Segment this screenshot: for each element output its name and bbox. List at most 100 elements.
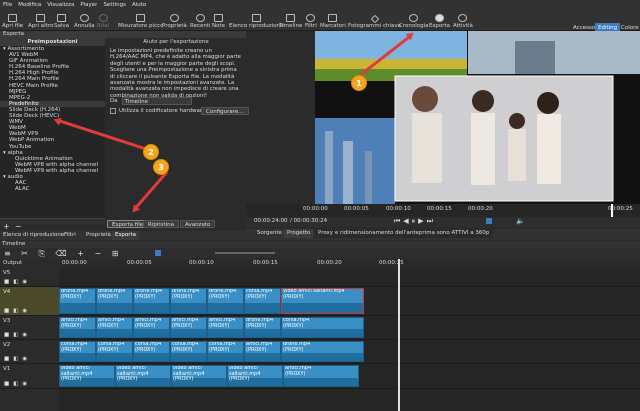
- player-ruler[interactable]: 00:00:00 00:00:05 00:00:10 00:00:15 00:0…: [246, 204, 640, 217]
- snap-icon[interactable]: [155, 250, 161, 256]
- reset-button[interactable]: Ripristina: [143, 220, 180, 228]
- tab-export[interactable]: Esporta: [112, 231, 139, 240]
- eye-icon[interactable]: ◉: [22, 332, 27, 338]
- preset-actions: + −: [0, 223, 30, 231]
- timeline-clip[interactable]: corsa.mp4 (PROXY): [207, 341, 244, 362]
- timeline-clip[interactable]: drone.mp4 (PROXY): [96, 288, 133, 314]
- tab-properties[interactable]: Proprietà: [83, 231, 114, 240]
- timeline-clip[interactable]: drone.mp4 (PROXY): [170, 288, 207, 314]
- timeline-clip[interactable]: video amici saltanti.mp4 (PROXY): [171, 365, 227, 387]
- timeline-clip[interactable]: video amici saltanti.mp4 (PROXY): [115, 365, 171, 387]
- timeline-clip[interactable]: amici.mp4 (PROXY): [59, 317, 96, 338]
- undo-button[interactable]: Annulla: [74, 9, 95, 31]
- menu-settings[interactable]: Settings: [103, 2, 126, 8]
- hide-icon[interactable]: ◧: [13, 279, 18, 285]
- hide-icon[interactable]: ◧: [13, 381, 18, 387]
- timeline-clip[interactable]: amici.mp4 (PROXY): [96, 317, 133, 338]
- save-button[interactable]: Salva: [54, 9, 69, 31]
- timeline-clip[interactable]: corsa.mp4 (PROXY): [244, 288, 281, 314]
- timeline-clip[interactable]: drone.mp4 (PROXY): [207, 288, 244, 314]
- properties-button[interactable]: Proprietà: [162, 9, 187, 31]
- tab-playlist[interactable]: Elenco di riproduzione: [0, 231, 67, 240]
- menu-edit[interactable]: Modifica: [18, 2, 41, 8]
- hide-icon[interactable]: ◧: [13, 332, 18, 338]
- notes-button[interactable]: Note: [212, 9, 225, 31]
- preset-item[interactable]: WebM VP8 with alpha channel: [0, 162, 105, 168]
- configure-button[interactable]: Configurare...: [201, 107, 249, 115]
- export-button[interactable]: Esporta: [429, 9, 450, 31]
- timeline-clip[interactable]: amici.mp4 (PROXY): [283, 365, 359, 387]
- timeline-clip[interactable]: drone.mp4 (PROXY): [133, 288, 170, 314]
- track-header-v3: V3 ■ ◧ ◉: [0, 316, 59, 340]
- recent-button[interactable]: Recenti: [190, 9, 211, 31]
- lock-icon[interactable]: ■: [4, 279, 9, 285]
- playlist-button[interactable]: Elenco riproduzione: [229, 9, 283, 31]
- timeline-clip[interactable]: drone.mp4 (PROXY): [59, 288, 96, 314]
- transport-controls[interactable]: ⏮◀⏸▶⏭: [394, 217, 436, 226]
- clip-waveform: [284, 378, 358, 386]
- eye-icon[interactable]: ◉: [22, 381, 27, 387]
- menu-player[interactable]: Player: [80, 2, 97, 8]
- tab-project[interactable]: Progetto: [284, 229, 314, 238]
- open-other-button[interactable]: Apri altro: [28, 9, 53, 31]
- hide-icon[interactable]: ◧: [13, 356, 18, 362]
- keyframes-button[interactable]: Fotogrammi chiave: [348, 9, 401, 31]
- lock-icon[interactable]: ■: [4, 381, 9, 387]
- timecode[interactable]: 00:00:24:00: [254, 218, 288, 224]
- timeline-clip[interactable]: amici.mp4 (PROXY): [170, 317, 207, 338]
- timeline-clip[interactable]: amici.mp4 (PROXY): [133, 317, 170, 338]
- timeline-clip[interactable]: video amici saltanti.mp4 (PROXY): [59, 365, 115, 387]
- markers-button[interactable]: Marcatori: [320, 9, 346, 31]
- clip-waveform: [208, 329, 243, 337]
- peak-meter-button[interactable]: Misuratore picco: [118, 9, 163, 31]
- timeline-playhead[interactable]: [398, 259, 400, 411]
- advanced-button[interactable]: Avanzato: [180, 220, 216, 228]
- filters-button[interactable]: Filtri: [305, 9, 317, 31]
- clip-label: corsa.mp4 (PROXY): [246, 288, 273, 300]
- lock-icon[interactable]: ■: [4, 332, 9, 338]
- jobs-button[interactable]: Attività: [453, 9, 473, 31]
- main-toolbar: Apri file Apri altro Salva Annulla Rifai…: [0, 9, 640, 33]
- tab-source[interactable]: Sorgente: [254, 229, 285, 238]
- timeline-clip[interactable]: video amici saltanti.mp4 (PROXY): [281, 288, 364, 314]
- zoom-slider[interactable]: [215, 252, 275, 254]
- timeline-clip[interactable]: corsa.mp4 (PROXY): [59, 341, 96, 362]
- eye-icon[interactable]: ◉: [22, 308, 27, 314]
- clip-label: amici.mp4 (PROXY): [246, 341, 273, 353]
- hide-icon[interactable]: ◧: [13, 308, 18, 314]
- timeline-clip[interactable]: drone.mp4 (PROXY): [244, 317, 281, 338]
- timeline-clip[interactable]: corsa.mp4 (PROXY): [96, 341, 133, 362]
- eye-icon[interactable]: ◉: [22, 356, 27, 362]
- grid-icon[interactable]: [486, 218, 492, 224]
- playhead[interactable]: [611, 204, 613, 217]
- lock-icon[interactable]: ■: [4, 308, 9, 314]
- timeline-clip[interactable]: corsa.mp4 (PROXY): [170, 341, 207, 362]
- history-button[interactable]: Cronologia: [399, 9, 428, 31]
- timeline-button[interactable]: Timeline: [279, 9, 302, 31]
- timeline-clip[interactable]: drone.mp4 (PROXY): [281, 341, 364, 362]
- timeline-clip[interactable]: video amici saltanti.mp4 (PROXY): [227, 365, 283, 387]
- menu-file[interactable]: File: [3, 2, 12, 8]
- lock-icon[interactable]: ■: [4, 356, 9, 362]
- from-select[interactable]: Timeline: [121, 97, 192, 105]
- timeline-clip[interactable]: corsa.mp4 (PROXY): [133, 341, 170, 362]
- redo-button[interactable]: Rifai: [97, 9, 109, 31]
- hw-encoder-checkbox[interactable]: [110, 108, 116, 114]
- preset-item[interactable]: ALAC: [0, 186, 105, 192]
- keyframe-icon: [370, 14, 379, 24]
- timeline-clip[interactable]: amici.mp4 (PROXY): [207, 317, 244, 338]
- timeline-edit-tools[interactable]: ≡ ✂ ⎘ ⌫ + − ⊞: [4, 249, 123, 259]
- timeline-clip[interactable]: corsa.mp4 (PROXY): [281, 317, 364, 338]
- clip-waveform: [97, 303, 132, 313]
- menu-help[interactable]: Aiuto: [132, 2, 146, 8]
- timeline-clip[interactable]: amici.mp4 (PROXY): [244, 341, 281, 362]
- open-file-button[interactable]: Apri file: [2, 9, 23, 31]
- remove-preset-icon[interactable]: −: [15, 223, 22, 231]
- timeline-ruler[interactable]: 00:00:00 00:00:05 00:00:10 00:00:15 00:0…: [59, 259, 640, 268]
- tab-filters[interactable]: Filtri: [61, 231, 79, 240]
- export-file-button[interactable]: Esporta file: [107, 220, 149, 228]
- menu-view[interactable]: Visualizza: [47, 2, 74, 8]
- volume-icon[interactable]: 🔈: [516, 217, 525, 225]
- eye-icon[interactable]: ◉: [22, 279, 27, 285]
- add-preset-icon[interactable]: +: [3, 223, 10, 231]
